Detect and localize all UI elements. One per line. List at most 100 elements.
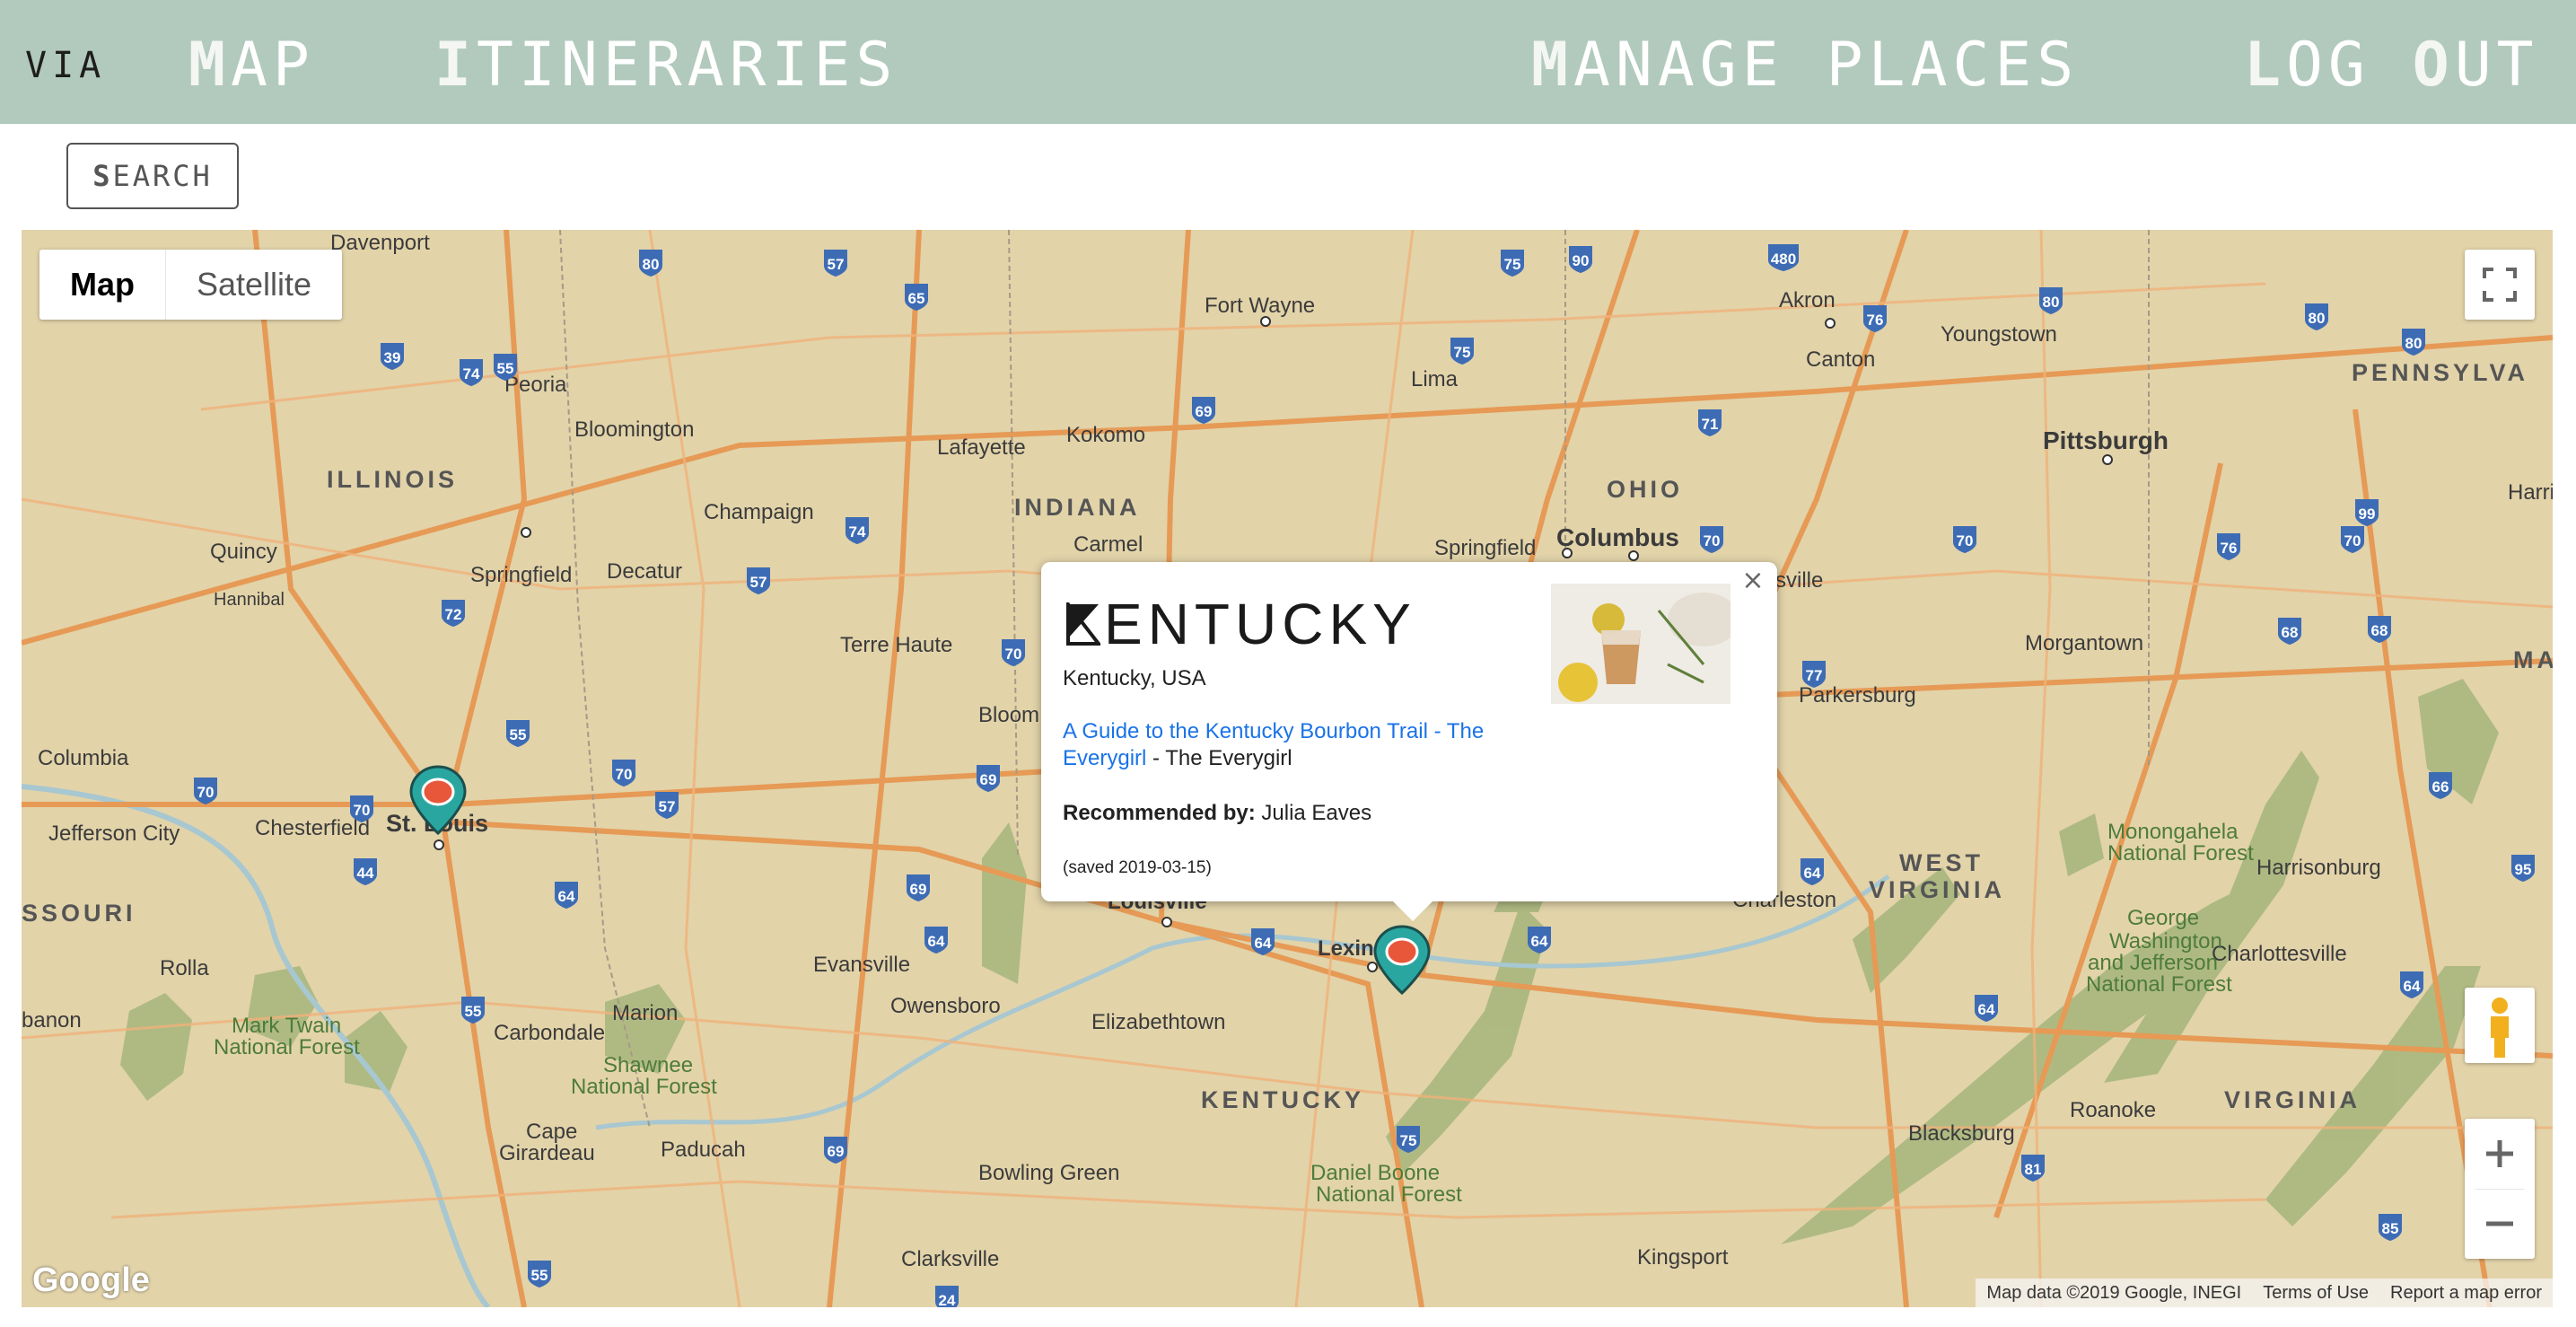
nav-itineraries-lead: I (434, 30, 477, 101)
saved-date: (saved 2019-03-15) (1063, 858, 1212, 877)
svg-text:69: 69 (910, 881, 927, 898)
svg-text:80: 80 (2043, 294, 2060, 311)
svg-text:57: 57 (828, 256, 845, 273)
map-type-map-button[interactable]: Map (39, 250, 166, 320)
report-map-error-link[interactable]: Report a map error (2379, 1279, 2553, 1307)
nav-itineraries-link[interactable]: ITINERARIES (434, 0, 898, 124)
svg-text:Owensboro: Owensboro (890, 994, 1001, 1018)
svg-text:PENNSYLVA: PENNSYLVA (2352, 359, 2528, 386)
svg-text:Canton: Canton (1806, 347, 1875, 372)
svg-text:Kokomo: Kokomo (1066, 423, 1145, 447)
kentucky-logo: ENTUCKY (1066, 591, 1416, 657)
svg-text:Columbus: Columbus (1556, 523, 1679, 551)
svg-text:71: 71 (1702, 416, 1719, 433)
svg-text:70: 70 (197, 784, 215, 801)
nav-itineraries-rest: TINERARIES (476, 30, 898, 101)
svg-text:VIRGINIA: VIRGINIA (1869, 876, 2005, 903)
svg-text:INDIANA: INDIANA (1014, 494, 1141, 521)
search-button[interactable]: SEARCH (66, 143, 239, 209)
svg-text:69: 69 (1196, 403, 1213, 420)
nav-map-lead: M (188, 30, 231, 101)
nav-map-rest: AP (230, 30, 315, 101)
bourbon-photo (1551, 584, 1730, 704)
svg-text:Decatur: Decatur (607, 559, 682, 584)
svg-text:National Forest: National Forest (1316, 1182, 1462, 1207)
svg-text:Elizabethtown: Elizabethtown (1091, 1010, 1225, 1034)
svg-text:Marion: Marion (612, 1001, 678, 1025)
nav-manage-rest: ANAGE PLACES (1573, 30, 2080, 101)
nav-logout-rest: UT (2454, 30, 2539, 101)
pegman-icon (2491, 997, 2509, 1058)
svg-text:69: 69 (980, 771, 997, 788)
svg-text:Paducah: Paducah (661, 1138, 746, 1162)
search-lead: S (92, 159, 113, 193)
svg-text:WEST: WEST (1899, 849, 1984, 876)
svg-text:70: 70 (2344, 532, 2361, 549)
svg-text:Bloom: Bloom (978, 703, 1039, 727)
nav-log-out-link[interactable]: LOG OUT (2244, 0, 2539, 124)
nav-logout-lead2: O (2412, 30, 2455, 101)
svg-text:57: 57 (750, 574, 767, 591)
map-attribution: Map data ©2019 Google, INEGI Terms of Us… (1976, 1279, 2553, 1307)
article-source-name: - The Everygirl (1146, 746, 1292, 770)
svg-text:Roanoke: Roanoke (2070, 1098, 2156, 1122)
svg-text:Carmel: Carmel (1073, 532, 1143, 557)
svg-text:64: 64 (1804, 865, 1821, 882)
svg-text:480: 480 (1771, 250, 1796, 268)
svg-text:64: 64 (1531, 933, 1548, 950)
nav-manage-lead: M (1531, 30, 1573, 101)
lexington-marker[interactable] (1368, 925, 1436, 997)
svg-text:banon: banon (22, 1008, 82, 1033)
recommended-by-name: Julia Eaves (1255, 801, 1372, 825)
svg-text:Bloomington: Bloomington (574, 417, 694, 442)
recommendation-source: A Guide to the Kentucky Bourbon Trail - … (1063, 718, 1547, 772)
svg-text:SSOURI: SSOURI (22, 900, 136, 927)
svg-text:Springfield: Springfield (470, 563, 572, 587)
close-icon[interactable]: × (1738, 566, 1768, 596)
svg-text:MA: MA (2513, 646, 2553, 673)
svg-text:64: 64 (928, 933, 945, 950)
svg-text:Carbondale: Carbondale (494, 1021, 605, 1045)
svg-text:70: 70 (354, 802, 371, 819)
zoom-in-button[interactable] (2465, 1119, 2535, 1189)
via-logo[interactable]: VIA (25, 0, 106, 124)
svg-text:National Forest: National Forest (2086, 972, 2232, 997)
svg-text:66: 66 (2432, 778, 2449, 795)
svg-text:75: 75 (1454, 344, 1471, 361)
svg-text:VIRGINIA: VIRGINIA (2224, 1086, 2361, 1113)
svg-text:76: 76 (2221, 540, 2238, 557)
google-logo[interactable]: Google (32, 1261, 150, 1300)
svg-text:75: 75 (1400, 1132, 1417, 1149)
svg-text:64: 64 (2404, 978, 2421, 995)
svg-text:77: 77 (1806, 667, 1823, 684)
st-louis-marker[interactable] (404, 765, 472, 837)
svg-text:Bowling Green: Bowling Green (978, 1161, 1119, 1185)
nav-map-link[interactable]: MAP (188, 0, 315, 124)
svg-text:Shawnee: Shawnee (603, 1053, 693, 1077)
svg-text:Cape: Cape (526, 1120, 577, 1144)
zoom-out-button[interactable] (2465, 1189, 2535, 1259)
svg-text:Chesterfield: Chesterfield (255, 816, 370, 840)
svg-text:57: 57 (659, 798, 676, 815)
svg-text:Washington: Washington (2109, 929, 2222, 954)
minus-icon (2486, 1221, 2513, 1226)
svg-text:74: 74 (849, 523, 866, 540)
terms-of-use-link[interactable]: Terms of Use (2252, 1279, 2379, 1307)
map-type-satellite-button[interactable]: Satellite (166, 250, 342, 320)
nav-logout-lead: L (2244, 30, 2286, 101)
svg-text:75: 75 (1504, 256, 1521, 273)
map-type-control: Map Satellite (39, 250, 343, 320)
fullscreen-button[interactable] (2465, 250, 2535, 320)
svg-text:95: 95 (2515, 861, 2532, 878)
nav-manage-places-link[interactable]: MANAGE PLACES (1531, 0, 2079, 124)
svg-text:76: 76 (1867, 312, 1884, 329)
svg-text:Jefferson City: Jefferson City (48, 822, 180, 846)
search-rest: EARCH (112, 159, 213, 193)
svg-text:99: 99 (2359, 505, 2376, 523)
svg-text:Girardeau: Girardeau (499, 1141, 595, 1165)
svg-text:81: 81 (2025, 1161, 2042, 1178)
svg-text:and Jefferson: and Jefferson (2088, 951, 2218, 975)
svg-text:55: 55 (465, 1003, 482, 1020)
street-view-pegman[interactable] (2465, 988, 2535, 1063)
svg-text:Fort Wayne: Fort Wayne (1205, 294, 1315, 318)
